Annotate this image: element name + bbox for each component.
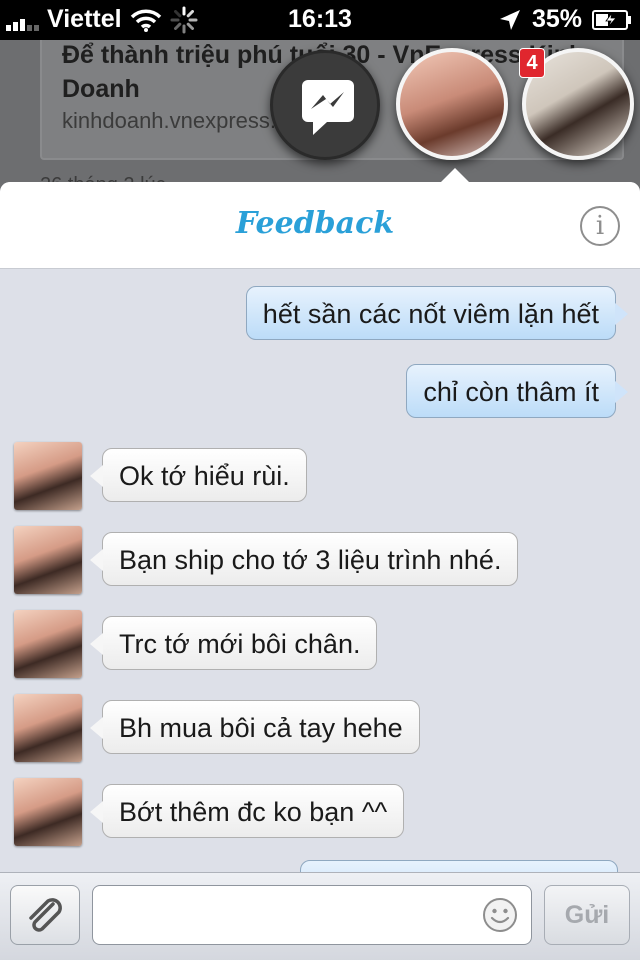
status-right: 35% <box>498 5 632 34</box>
avatar[interactable] <box>14 778 82 846</box>
battery-percent: 35% <box>531 5 582 33</box>
status-bar: Viettel 16:13 35% <box>0 0 640 40</box>
message-bubble-incoming: Bh mua bôi cả tay hehe <box>90 700 420 754</box>
message-bubble-incoming: Trc tớ mới bôi chân. <box>89 616 378 670</box>
message-bubble-outgoing: chỉ còn thâm ít <box>406 364 628 418</box>
message-list[interactable]: hết sần các nốt viêm lặn hết chỉ còn thâ… <box>0 268 640 872</box>
composer-bar: Gửi <box>0 872 640 960</box>
paperclip-icon <box>29 898 62 932</box>
chat-panel: Feedback i hết sần các nốt viêm lặn hết … <box>0 182 640 960</box>
chat-header: Feedback i <box>0 182 640 269</box>
avatar[interactable] <box>14 694 82 762</box>
avatar[interactable] <box>14 526 82 594</box>
message-bubble-outgoing: hết sần các nốt viêm lặn hết <box>245 286 629 340</box>
unread-badge: 4 <box>519 48 545 78</box>
chat-title: Feedback <box>235 206 395 241</box>
message-bubble-outgoing-partial <box>300 860 618 872</box>
battery-icon <box>592 9 631 30</box>
messenger-icon <box>302 80 354 135</box>
send-button[interactable]: Gửi <box>544 885 630 945</box>
avatar[interactable] <box>14 442 82 510</box>
chathead-active-user[interactable] <box>396 48 508 160</box>
attach-button[interactable] <box>10 885 80 945</box>
avatar[interactable] <box>14 610 82 678</box>
message-bubble-incoming: Ok tớ hiểu rùi. <box>90 448 307 502</box>
messenger-chathead[interactable] <box>270 50 380 160</box>
info-icon[interactable]: i <box>580 206 620 246</box>
location-arrow-icon <box>499 9 520 30</box>
message-bubble-incoming: Bớt thêm đc ko bạn ^^ <box>89 784 405 838</box>
message-bubble-incoming: Bạn ship cho tớ 3 liệu trình nhé. <box>89 532 519 586</box>
smiley-icon[interactable] <box>482 897 518 933</box>
message-input[interactable] <box>92 885 532 945</box>
